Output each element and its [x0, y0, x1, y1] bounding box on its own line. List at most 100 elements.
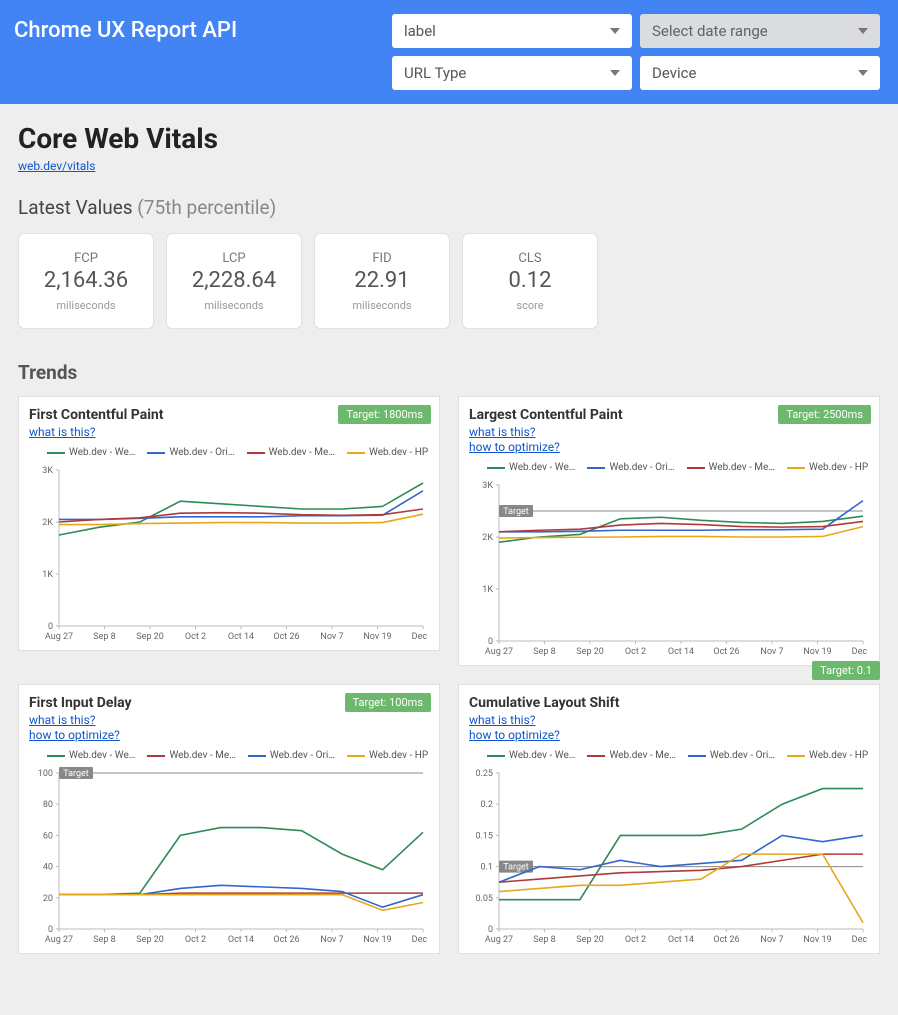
legend-label: Web.dev - We… [69, 750, 135, 761]
legend-item: Web.dev - Me… [247, 447, 335, 458]
date-range-select[interactable]: Select date range [640, 14, 880, 48]
charts-grid: Target: 1800msFirst Contentful Paintwhat… [18, 396, 880, 954]
svg-text:Dec 1: Dec 1 [852, 647, 869, 657]
latest-values-detail: (75th percentile) [137, 196, 276, 219]
metric-card-lcp: LCP2,228.64miliseconds [166, 233, 302, 329]
svg-text:Nov 19: Nov 19 [363, 935, 391, 945]
legend-label: Web.dev - We… [69, 447, 135, 458]
legend-label: Web.dev - Me… [709, 462, 775, 473]
svg-text:1K: 1K [42, 570, 53, 580]
legend-item: Web.dev - Me… [147, 750, 235, 761]
page-body: Core Web Vitals web.dev/vitals Latest Va… [0, 104, 898, 972]
chart-help-link[interactable]: what is this? [469, 425, 869, 439]
vitals-link[interactable]: web.dev/vitals [18, 159, 95, 173]
metric-name: LCP [222, 251, 245, 266]
legend-swatch [688, 755, 706, 757]
chart-links: what is this?how to optimize? [469, 713, 869, 742]
chart-card-lcp: Target: 2500msLargest Contentful Paintwh… [458, 396, 880, 666]
legend-item: Web.dev - We… [487, 462, 575, 473]
svg-text:20: 20 [43, 894, 53, 904]
legend-item: Web.dev - Me… [587, 750, 675, 761]
svg-text:Oct 14: Oct 14 [668, 935, 694, 945]
legend-swatch [147, 452, 165, 454]
legend-swatch [347, 755, 365, 757]
chart-help-link[interactable]: what is this? [469, 713, 869, 727]
svg-text:0.15: 0.15 [475, 831, 493, 841]
svg-text:Oct 26: Oct 26 [713, 935, 739, 945]
chart-legend: Web.dev - We… Web.dev - Ori… Web.dev - Me…… [487, 462, 869, 473]
svg-text:Nov 7: Nov 7 [320, 935, 343, 945]
latest-values-label: Latest Values [18, 196, 133, 219]
chart-help-link[interactable]: what is this? [29, 425, 429, 439]
svg-text:0: 0 [48, 925, 53, 935]
svg-text:Sep 8: Sep 8 [93, 632, 115, 642]
metric-value: 2,228.64 [192, 268, 276, 293]
caret-down-icon [610, 70, 620, 76]
chart-help-link[interactable]: how to optimize? [469, 440, 869, 454]
svg-text:Aug 27: Aug 27 [485, 647, 513, 657]
svg-text:Oct 14: Oct 14 [228, 632, 254, 642]
chart-help-link[interactable]: how to optimize? [469, 728, 869, 742]
chart-help-link[interactable]: how to optimize? [29, 728, 429, 742]
trends-title: Trends [18, 361, 880, 384]
legend-label: Web.dev - Ori… [609, 462, 674, 473]
target-badge: Target: 0.1 [812, 661, 880, 680]
legend-label: Web.dev - HP [369, 447, 428, 458]
date-range-text: Select date range [652, 22, 768, 40]
svg-text:Nov 7: Nov 7 [760, 647, 783, 657]
legend-item: Web.dev - Ori… [587, 462, 674, 473]
svg-text:0.05: 0.05 [475, 894, 493, 904]
target-badge: Target: 1800ms [338, 405, 431, 424]
legend-swatch [787, 467, 805, 469]
metric-card-fid: FID22.91miliseconds [314, 233, 450, 329]
legend-swatch [47, 452, 65, 454]
device-select[interactable]: Device [640, 56, 880, 90]
legend-label: Web.dev - HP [369, 750, 428, 761]
legend-item: Web.dev - Ori… [248, 750, 335, 761]
legend-swatch [248, 755, 266, 757]
metric-card-cls: CLS0.12score [462, 233, 598, 329]
svg-text:2K: 2K [482, 533, 493, 543]
legend-swatch [247, 452, 265, 454]
svg-text:Oct 26: Oct 26 [273, 935, 299, 945]
legend-label: Web.dev - HP [809, 750, 868, 761]
legend-item: Web.dev - HP [347, 750, 428, 761]
legend-swatch [487, 467, 505, 469]
metric-card-fcp: FCP2,164.36miliseconds [18, 233, 154, 329]
chart-plot: 01K2K3KAug 27Sep 8Sep 20Oct 2Oct 14Oct 2… [29, 464, 429, 644]
legend-swatch [47, 755, 65, 757]
chart-help-link[interactable]: what is this? [29, 713, 429, 727]
legend-swatch [487, 755, 505, 757]
legend-swatch [587, 467, 605, 469]
svg-text:Target: Target [503, 507, 529, 517]
legend-item: Web.dev - Ori… [688, 750, 775, 761]
svg-text:Oct 26: Oct 26 [713, 647, 739, 657]
svg-text:Sep 20: Sep 20 [576, 647, 604, 657]
metric-value: 0.12 [509, 268, 552, 293]
device-text: Device [652, 64, 696, 82]
svg-text:Sep 20: Sep 20 [136, 632, 164, 642]
header-bar: Chrome UX Report API label Select date r… [0, 0, 898, 104]
chart-links: what is this?how to optimize? [469, 425, 869, 454]
chart-links: what is this? [29, 425, 429, 439]
svg-text:60: 60 [43, 831, 53, 841]
svg-text:Nov 19: Nov 19 [803, 935, 831, 945]
svg-text:Nov 7: Nov 7 [760, 935, 783, 945]
legend-item: Web.dev - We… [47, 447, 135, 458]
chart-legend: Web.dev - We…Web.dev - Ori…Web.dev - Me…… [47, 447, 429, 458]
legend-label: Web.dev - We… [509, 462, 575, 473]
label-select[interactable]: label [392, 14, 632, 48]
legend-label: Web.dev - Ori… [270, 750, 335, 761]
target-badge: Target: 100ms [345, 693, 431, 712]
svg-text:1K: 1K [482, 585, 493, 595]
label-select-text: label [404, 22, 436, 40]
app-title: Chrome UX Report API [14, 14, 380, 43]
legend-item: Web.dev - We… [487, 750, 575, 761]
svg-text:Nov 7: Nov 7 [320, 632, 343, 642]
chart-title: Cumulative Layout Shift [469, 695, 869, 711]
svg-text:Sep 8: Sep 8 [533, 647, 555, 657]
svg-text:0.25: 0.25 [475, 769, 493, 779]
svg-text:Sep 20: Sep 20 [136, 935, 164, 945]
url-type-select[interactable]: URL Type [392, 56, 632, 90]
svg-text:Sep 20: Sep 20 [576, 935, 604, 945]
